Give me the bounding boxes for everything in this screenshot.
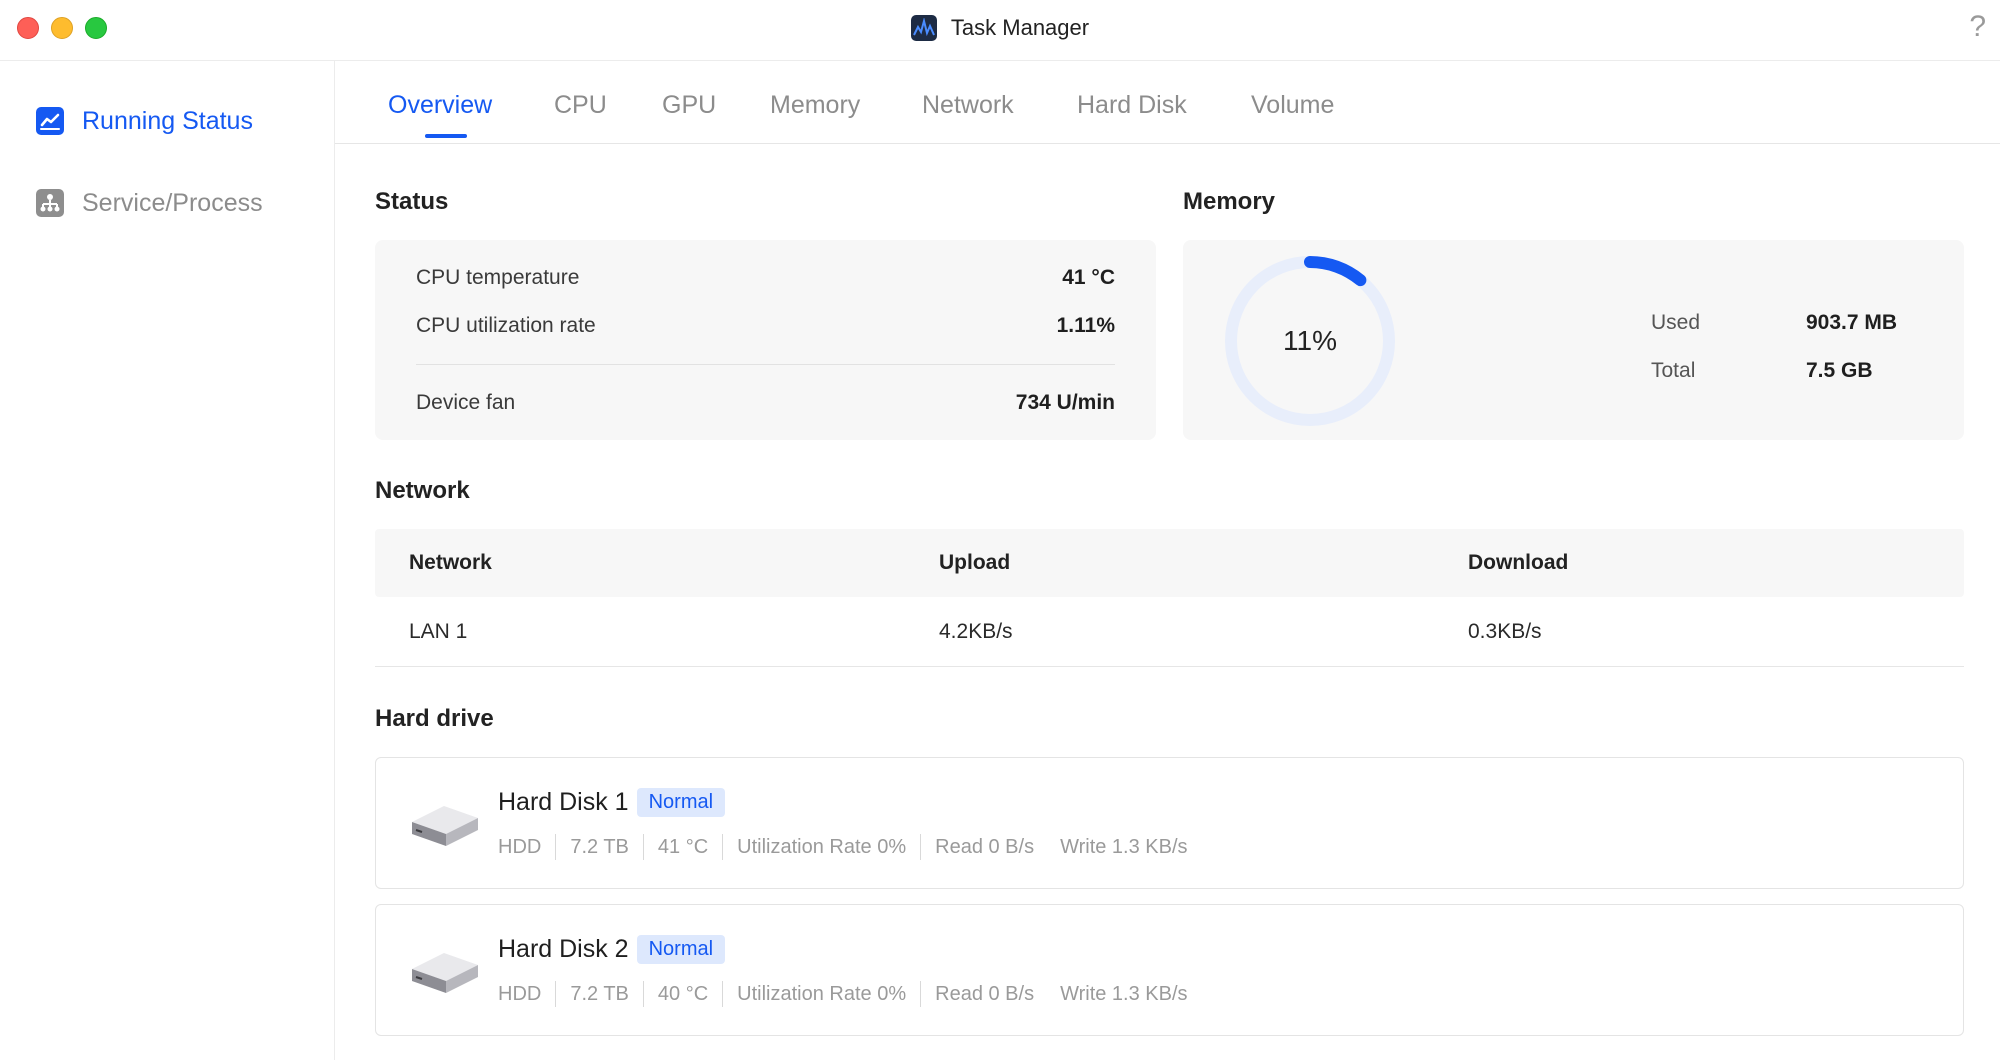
sidebar-item-label: Running Status	[82, 106, 253, 135]
active-tab-indicator	[425, 134, 467, 138]
tab-memory[interactable]: Memory	[770, 91, 860, 120]
disk-name: Hard Disk 2 Normal	[498, 935, 726, 964]
download-cell: 0.3KB/s	[1468, 620, 1542, 643]
memory-total-value: 7.5 GB	[1806, 359, 1873, 382]
tab-volume[interactable]: Volume	[1251, 91, 1334, 120]
device-fan-label: Device fan	[416, 391, 516, 414]
disk-details: HDD 7.2 TB 40 °C Utilization Rate 0% Rea…	[498, 981, 1188, 1007]
disk-temperature: 40 °C	[657, 982, 709, 1005]
tab-overview[interactable]: Overview	[388, 91, 492, 120]
sidebar: Running Status Service/Process	[0, 61, 335, 1060]
memory-used-value: 903.7 MB	[1806, 311, 1898, 334]
disk-name: Hard Disk 1 Normal	[498, 788, 726, 817]
disk-name-text: Hard Disk 2	[498, 935, 629, 963]
status-card: CPU temperature 41 °C CPU utilization ra…	[375, 240, 1156, 440]
tab-hard-disk[interactable]: Hard Disk	[1077, 91, 1187, 120]
window-title-group: Task Manager	[0, 14, 2000, 42]
network-column-header: Network	[409, 551, 492, 574]
task-manager-app-icon	[910, 15, 937, 41]
tab-cpu[interactable]: CPU	[554, 91, 607, 120]
network-name-cell: LAN 1	[409, 620, 468, 643]
sidebar-item-service-process[interactable]: Service/Process	[36, 183, 263, 223]
sidebar-item-label: Service/Process	[82, 188, 263, 217]
disk-size: 7.2 TB	[570, 982, 629, 1005]
status-divider	[416, 364, 1115, 365]
disk-utilization: Utilization Rate 0%	[737, 835, 907, 858]
network-table-header: Network Upload Download	[375, 529, 1964, 597]
memory-usage-ring: 11%	[1222, 253, 1398, 429]
disk-temperature: 41 °C	[657, 835, 709, 858]
hard-disk-icon	[408, 796, 480, 853]
hard-disk-icon	[408, 943, 480, 1000]
disk-card-2[interactable]: Hard Disk 2 Normal HDD 7.2 TB 40 °C Utili…	[375, 904, 1964, 1036]
cpu-temperature-label: CPU temperature	[416, 266, 580, 289]
memory-total-label: Total	[1651, 359, 1696, 382]
disk-read: Read 0 B/s	[935, 982, 1035, 1005]
network-section-title: Network	[375, 477, 470, 504]
table-row: LAN 1 4.2KB/s 0.3KB/s	[375, 597, 1964, 667]
disk-type: HDD	[498, 982, 542, 1005]
hard-drive-section-title: Hard drive	[375, 705, 494, 732]
disk-name-text: Hard Disk 1	[498, 788, 629, 816]
hierarchy-icon	[36, 189, 64, 217]
disk-type: HDD	[498, 835, 542, 858]
window-title: Task Manager	[950, 15, 1090, 40]
tab-network[interactable]: Network	[922, 91, 1014, 120]
memory-percent-label: 11%	[1283, 325, 1337, 356]
cpu-utilization-label: CPU utilization rate	[416, 314, 596, 337]
disk-details: HDD 7.2 TB 41 °C Utilization Rate 0% Rea…	[498, 834, 1188, 860]
help-icon[interactable]: ?	[1969, 12, 1986, 42]
cpu-utilization-value: 1.11%	[1056, 314, 1115, 337]
upload-cell: 4.2KB/s	[939, 620, 1013, 643]
disk-card-1[interactable]: Hard Disk 1 Normal HDD 7.2 TB 41 °C Utili…	[375, 757, 1964, 889]
memory-used-label: Used	[1651, 311, 1701, 334]
memory-section-title: Memory	[1183, 188, 1276, 215]
upload-column-header: Upload	[939, 551, 1011, 574]
disk-write: Write 1.3 KB/s	[1060, 835, 1188, 858]
device-fan-value: 734 U/min	[1015, 391, 1115, 414]
title-bar: Task Manager ?	[0, 0, 2000, 61]
disk-utilization: Utilization Rate 0%	[737, 982, 907, 1005]
cpu-temperature-value: 41 °C	[1062, 266, 1115, 289]
chart-line-icon	[36, 107, 64, 135]
disk-read: Read 0 B/s	[935, 835, 1035, 858]
disk-write: Write 1.3 KB/s	[1060, 982, 1188, 1005]
tab-gpu[interactable]: GPU	[662, 91, 716, 120]
tab-bar: Overview CPU GPU Memory Network Hard Dis…	[335, 61, 2000, 144]
status-badge: Normal	[636, 788, 726, 817]
disk-size: 7.2 TB	[570, 835, 629, 858]
download-column-header: Download	[1468, 551, 1569, 574]
status-badge: Normal	[636, 935, 726, 964]
status-section-title: Status	[375, 188, 449, 215]
sidebar-item-running-status[interactable]: Running Status	[36, 101, 253, 141]
